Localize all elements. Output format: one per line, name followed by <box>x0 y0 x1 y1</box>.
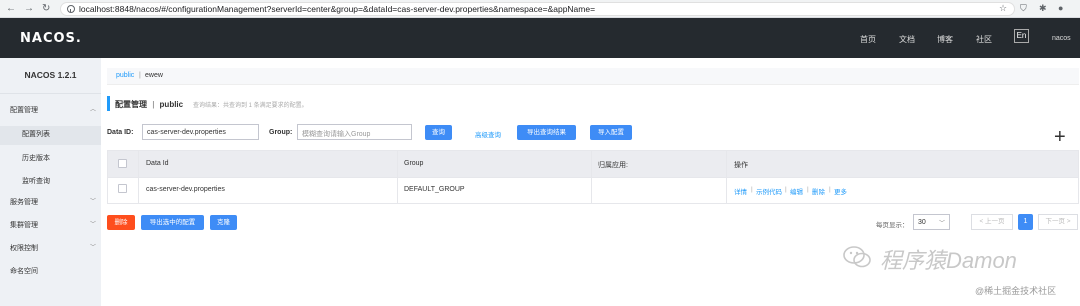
top-navbar: NACOS. 首页 文档 博客 社区 En nacos <box>0 18 1080 58</box>
export-selected-button[interactable]: 导出选中的配置 <box>141 215 204 230</box>
forward-icon[interactable]: → <box>24 3 34 15</box>
profile-icon[interactable]: ● <box>1058 3 1063 13</box>
group-label: Group: <box>269 129 293 136</box>
column-header-actions: 操作 <box>734 162 748 169</box>
clone-button[interactable]: 克隆 <box>210 215 237 230</box>
version-label: NACOS 1.2.1 <box>24 70 77 80</box>
cell-group: DEFAULT_GROUP <box>404 186 465 193</box>
chevron-down-icon[interactable]: ﹀ <box>90 219 96 228</box>
chevron-down-icon[interactable]: ﹀ <box>90 242 96 251</box>
data-id-input[interactable]: cas-server-dev.properties <box>142 124 259 140</box>
query-button[interactable]: 查询 <box>425 125 452 140</box>
extensions-icon[interactable]: ✱ <box>1039 3 1047 14</box>
browser-toolbar: ← → ↻ localhost:8848/nacos/#/configurati… <box>0 0 1080 18</box>
page-title-namespace: public <box>159 100 184 109</box>
row-divider <box>108 177 1078 178</box>
divider <box>0 93 101 94</box>
sidebar: NACOS 1.2.1 配置管理 ︿ 配置列表 历史版本 监听查询 服务管理 ﹀… <box>0 58 101 306</box>
page-size-label: 每页显示： <box>876 222 909 229</box>
page-size-select[interactable]: 30 ﹀ <box>913 214 950 230</box>
nav-community[interactable]: 社区 <box>976 34 992 45</box>
sidebar-item-cluster-management[interactable]: 集群管理 <box>10 220 38 230</box>
nav-blog[interactable]: 博客 <box>937 34 953 45</box>
star-icon[interactable]: ☆ <box>999 3 1007 14</box>
sidebar-item-namespace[interactable]: 命名空间 <box>10 266 38 276</box>
page-title: 配置管理 | public <box>115 99 183 110</box>
address-url: localhost:8848/nacos/#/configurationMana… <box>79 4 596 14</box>
config-table: Data Id Group 归属应用: 操作 cas-server-dev.pr… <box>107 150 1079 204</box>
column-header-app: 归属应用: <box>598 162 628 169</box>
watermark-subtext: @稀土掘金技术社区 <box>975 286 1057 296</box>
data-id-label: Data ID: <box>107 129 134 136</box>
sidebar-item-listener-query[interactable]: 监听查询 <box>22 176 50 186</box>
cell-data-id: cas-server-dev.properties <box>146 186 225 193</box>
info-icon[interactable] <box>67 5 75 13</box>
nav-home[interactable]: 首页 <box>860 34 876 45</box>
namespace-bar: public | ewew <box>107 68 1079 85</box>
op-edit-link[interactable]: 编辑 <box>790 186 803 196</box>
group-input[interactable]: 模糊查询请输入Group <box>297 124 412 140</box>
op-separator: | <box>751 186 753 193</box>
add-config-button[interactable]: + <box>1054 127 1066 147</box>
shield-icon[interactable]: ⛉ <box>1020 3 1027 14</box>
chevron-down-icon: ﹀ <box>938 221 945 227</box>
sidebar-item-history[interactable]: 历史版本 <box>22 153 50 163</box>
page-title-separator: | <box>152 100 155 109</box>
reload-icon[interactable]: ↻ <box>42 3 50 15</box>
sidebar-item-config-list[interactable]: 配置列表 <box>22 129 50 139</box>
query-result-hint: 查询结果：共查询到 1 条满足要求的配置。 <box>193 103 308 109</box>
namespace-tab-public[interactable]: public <box>116 72 134 79</box>
op-sample-code-link[interactable]: 示例代码 <box>756 186 782 196</box>
namespace-tab-ewew[interactable]: ewew <box>145 72 163 79</box>
user-menu[interactable]: nacos <box>1052 35 1071 42</box>
op-more-link[interactable]: 更多 <box>834 186 847 196</box>
page-size-value: 30 <box>918 219 926 226</box>
next-page-button[interactable]: 下一页 > <box>1038 214 1078 230</box>
table-header: Data Id Group 归属应用: 操作 <box>108 151 1078 177</box>
export-results-button[interactable]: 导出查询结果 <box>517 125 576 140</box>
op-separator: | <box>785 186 787 193</box>
op-detail-link[interactable]: 详情 <box>734 186 747 196</box>
page-title-text: 配置管理 <box>115 100 147 109</box>
delete-button[interactable]: 删除 <box>107 215 135 230</box>
back-icon[interactable]: ← <box>6 3 16 15</box>
advanced-query-link[interactable]: 高级查询 <box>475 129 501 139</box>
op-delete-link[interactable]: 删除 <box>812 186 825 196</box>
sidebar-active-highlight <box>0 126 101 145</box>
op-separator: | <box>807 186 809 193</box>
column-header-data-id: Data Id <box>146 160 169 167</box>
column-header-group: Group <box>404 160 424 167</box>
prev-page-button[interactable]: < 上一页 <box>971 214 1013 230</box>
title-accent <box>107 96 110 111</box>
row-checkbox[interactable] <box>118 184 127 193</box>
language-switch-button[interactable]: En <box>1014 29 1029 43</box>
namespace-separator: | <box>139 72 141 79</box>
chevron-down-icon[interactable]: ﹀ <box>90 196 96 205</box>
chevron-up-icon[interactable]: ︿ <box>90 104 96 113</box>
sidebar-item-config-management[interactable]: 配置管理 <box>10 105 38 115</box>
wechat-icon <box>843 246 871 268</box>
sidebar-item-service-management[interactable]: 服务管理 <box>10 197 38 207</box>
watermark-text: 程序猿Damon <box>880 248 1017 273</box>
import-config-button[interactable]: 导入配置 <box>590 125 632 140</box>
select-all-checkbox[interactable] <box>118 159 127 168</box>
nacos-logo[interactable]: NACOS. <box>20 31 82 46</box>
sidebar-item-permission-control[interactable]: 权限控制 <box>10 243 38 253</box>
current-page-button[interactable]: 1 <box>1018 214 1033 230</box>
nav-docs[interactable]: 文档 <box>899 34 915 45</box>
address-bar[interactable]: localhost:8848/nacos/#/configurationMana… <box>60 2 1015 16</box>
op-separator: | <box>829 186 831 193</box>
